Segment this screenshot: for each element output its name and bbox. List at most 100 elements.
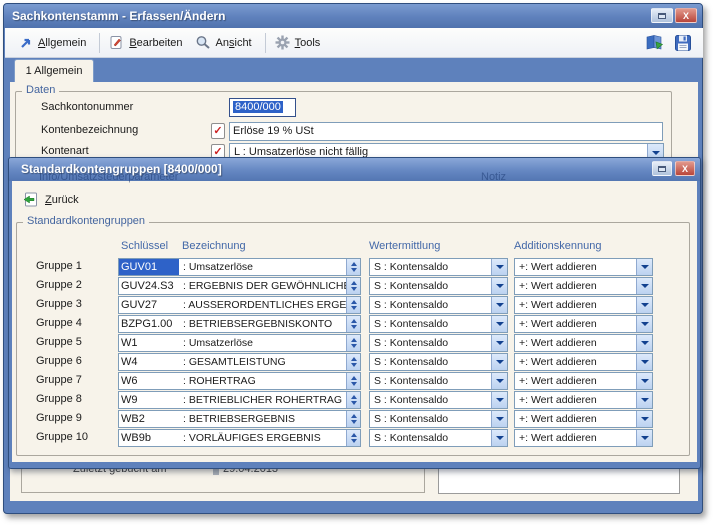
spin-down-icon[interactable] <box>351 287 357 291</box>
schluessel-field[interactable]: W6 : ROHERTRAG <box>118 372 361 390</box>
schluessel-field[interactable]: GUV24.S3 : ERGEBNIS DER GEWÖHNLICHEN GES <box>118 277 361 295</box>
additionskennung-select[interactable]: +: Wert addieren <box>514 391 653 409</box>
close-button[interactable]: X <box>675 8 697 23</box>
wertermittlung-select[interactable]: S : Kontensaldo <box>369 353 508 371</box>
additionskennung-select[interactable]: +: Wert addieren <box>514 372 653 390</box>
spin-up-icon[interactable] <box>351 281 357 285</box>
spinner-button[interactable] <box>346 392 360 408</box>
dropdown-arrow-icon[interactable] <box>491 259 507 275</box>
schluessel-field[interactable]: WB9b : VORLÄUFIGES ERGEBNIS <box>118 429 361 447</box>
restore-button[interactable] <box>651 8 673 23</box>
dialog-close-button[interactable]: X <box>675 161 695 176</box>
dropdown-arrow-icon[interactable] <box>636 297 652 313</box>
schluessel-input[interactable]: W4 <box>119 354 179 370</box>
dialog-titlebar[interactable]: Standardkontengruppen [8400/000] X <box>9 158 700 181</box>
additionskennung-select[interactable]: +: Wert addieren <box>514 429 653 447</box>
dropdown-arrow-icon[interactable] <box>636 335 652 351</box>
additionskennung-select[interactable]: +: Wert addieren <box>514 258 653 276</box>
zurueck-button[interactable]: Zurück <box>20 190 85 209</box>
dropdown-arrow-icon[interactable] <box>491 335 507 351</box>
spinner-button[interactable] <box>346 411 360 427</box>
schluessel-input[interactable]: GUV24.S3 <box>119 278 179 294</box>
wertermittlung-select[interactable]: S : Kontensaldo <box>369 277 508 295</box>
spin-up-icon[interactable] <box>351 395 357 399</box>
spin-down-icon[interactable] <box>351 363 357 367</box>
dropdown-arrow-icon[interactable] <box>636 411 652 427</box>
wertermittlung-select[interactable]: S : Kontensaldo <box>369 429 508 447</box>
schluessel-field[interactable]: WB2 : BETRIEBSERGEBNIS <box>118 410 361 428</box>
main-titlebar[interactable]: Sachkontenstamm - Erfassen/Ändern X <box>4 4 702 28</box>
schluessel-field[interactable]: W9 : BETRIEBLICHER ROHERTRAG <box>118 391 361 409</box>
dropdown-arrow-icon[interactable] <box>636 430 652 446</box>
dropdown-arrow-icon[interactable] <box>491 411 507 427</box>
spin-down-icon[interactable] <box>351 306 357 310</box>
kontenbezeichnung-input[interactable]: Erlöse 19 % USt <box>229 122 663 141</box>
schluessel-field[interactable]: GUV27 : AUSSERORDENTLICHES ERGEBNIS <box>118 296 361 314</box>
wertermittlung-select[interactable]: S : Kontensaldo <box>369 315 508 333</box>
spinner-button[interactable] <box>346 373 360 389</box>
spin-up-icon[interactable] <box>351 262 357 266</box>
wertermittlung-select[interactable]: S : Kontensaldo <box>369 296 508 314</box>
schluessel-input[interactable]: GUV01 <box>119 259 179 275</box>
schluessel-input[interactable]: WB9b <box>119 430 179 446</box>
spin-up-icon[interactable] <box>351 357 357 361</box>
tab-allgemein[interactable]: 1 Allgemein <box>14 59 94 82</box>
dropdown-arrow-icon[interactable] <box>636 354 652 370</box>
additionskennung-select[interactable]: +: Wert addieren <box>514 315 653 333</box>
wertermittlung-select[interactable]: S : Kontensaldo <box>369 410 508 428</box>
spinner-button[interactable] <box>346 354 360 370</box>
menu-bearbeiten[interactable]: Bearbeiten <box>105 32 190 53</box>
menu-ansicht[interactable]: Ansicht <box>191 32 260 53</box>
spin-up-icon[interactable] <box>351 433 357 437</box>
dropdown-arrow-icon[interactable] <box>491 354 507 370</box>
wertermittlung-select[interactable]: S : Kontensaldo <box>369 372 508 390</box>
dropdown-arrow-icon[interactable] <box>491 297 507 313</box>
menu-tools[interactable]: Tools <box>271 32 329 53</box>
spin-down-icon[interactable] <box>351 439 357 443</box>
spinner-button[interactable] <box>346 335 360 351</box>
dropdown-arrow-icon[interactable] <box>491 278 507 294</box>
dropdown-arrow-icon[interactable] <box>636 259 652 275</box>
schluessel-input[interactable]: W6 <box>119 373 179 389</box>
wertermittlung-select[interactable]: S : Kontensaldo <box>369 334 508 352</box>
sachkontonummer-input[interactable]: 8400/000 <box>229 98 296 117</box>
spinner-button[interactable] <box>346 316 360 332</box>
spin-down-icon[interactable] <box>351 401 357 405</box>
additionskennung-select[interactable]: +: Wert addieren <box>514 410 653 428</box>
save-floppy-icon[interactable] <box>674 34 693 52</box>
additionskennung-select[interactable]: +: Wert addieren <box>514 296 653 314</box>
dropdown-arrow-icon[interactable] <box>636 278 652 294</box>
spin-up-icon[interactable] <box>351 300 357 304</box>
dialog-restore-button[interactable] <box>652 161 672 176</box>
schluessel-input[interactable]: BZPG1.00 <box>119 316 179 332</box>
book-globe-icon[interactable] <box>645 34 664 52</box>
dropdown-arrow-icon[interactable] <box>636 373 652 389</box>
dropdown-arrow-icon[interactable] <box>491 373 507 389</box>
additionskennung-select[interactable]: +: Wert addieren <box>514 334 653 352</box>
dropdown-arrow-icon[interactable] <box>636 316 652 332</box>
wertermittlung-select[interactable]: S : Kontensaldo <box>369 258 508 276</box>
schluessel-field[interactable]: W4 : GESAMTLEISTUNG <box>118 353 361 371</box>
spin-up-icon[interactable] <box>351 414 357 418</box>
schluessel-field[interactable]: GUV01 : Umsatzerlöse <box>118 258 361 276</box>
dropdown-arrow-icon[interactable] <box>491 316 507 332</box>
dropdown-arrow-icon[interactable] <box>491 430 507 446</box>
spin-up-icon[interactable] <box>351 319 357 323</box>
spinner-button[interactable] <box>346 430 360 446</box>
spin-down-icon[interactable] <box>351 344 357 348</box>
schluessel-input[interactable]: W1 <box>119 335 179 351</box>
schluessel-input[interactable]: WB2 <box>119 411 179 427</box>
spin-up-icon[interactable] <box>351 376 357 380</box>
spin-down-icon[interactable] <box>351 325 357 329</box>
schluessel-input[interactable]: GUV27 <box>119 297 179 313</box>
spin-up-icon[interactable] <box>351 338 357 342</box>
spinner-button[interactable] <box>346 278 360 294</box>
additionskennung-select[interactable]: +: Wert addieren <box>514 353 653 371</box>
dropdown-arrow-icon[interactable] <box>636 392 652 408</box>
schluessel-field[interactable]: W1 : Umsatzerlöse <box>118 334 361 352</box>
spin-down-icon[interactable] <box>351 420 357 424</box>
additionskennung-select[interactable]: +: Wert addieren <box>514 277 653 295</box>
dropdown-arrow-icon[interactable] <box>491 392 507 408</box>
spinner-button[interactable] <box>346 297 360 313</box>
schluessel-input[interactable]: W9 <box>119 392 179 408</box>
